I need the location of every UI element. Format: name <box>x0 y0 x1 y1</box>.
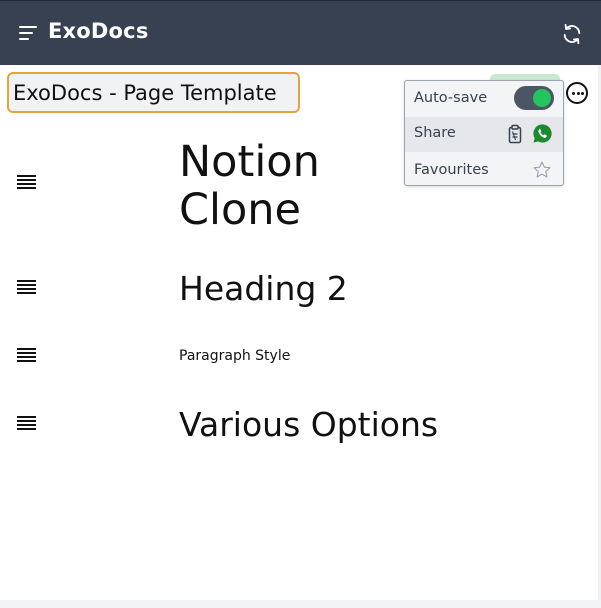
paragraph-block[interactable]: Paragraph Style <box>179 347 290 365</box>
drag-handle-icon[interactable] <box>17 348 36 364</box>
star-icon[interactable] <box>532 160 552 180</box>
heading-1-block[interactable]: Notion Clone <box>179 138 439 234</box>
heading-2-block[interactable]: Various Options <box>179 405 438 445</box>
menu-item-autosave[interactable]: Auto-save <box>405 81 563 116</box>
hamburger-icon[interactable] <box>19 26 37 40</box>
drag-handle-icon[interactable] <box>17 280 36 296</box>
autosave-toggle[interactable] <box>514 86 554 110</box>
clipboard-icon[interactable] <box>506 124 524 144</box>
heading-2-block[interactable]: Heading 2 <box>179 269 348 309</box>
document-title-input[interactable] <box>7 72 300 113</box>
drag-handle-icon[interactable] <box>17 175 36 191</box>
app-header: ExoDocs <box>0 0 601 65</box>
toggle-knob <box>533 89 551 107</box>
whatsapp-icon[interactable] <box>532 123 553 144</box>
autosave-label: Auto-save <box>414 90 488 106</box>
drag-handle-icon[interactable] <box>17 416 36 432</box>
bottom-divider <box>0 600 601 608</box>
app-title: ExoDocs <box>48 19 149 43</box>
sync-icon[interactable] <box>561 23 583 45</box>
more-options-icon[interactable] <box>566 82 588 104</box>
